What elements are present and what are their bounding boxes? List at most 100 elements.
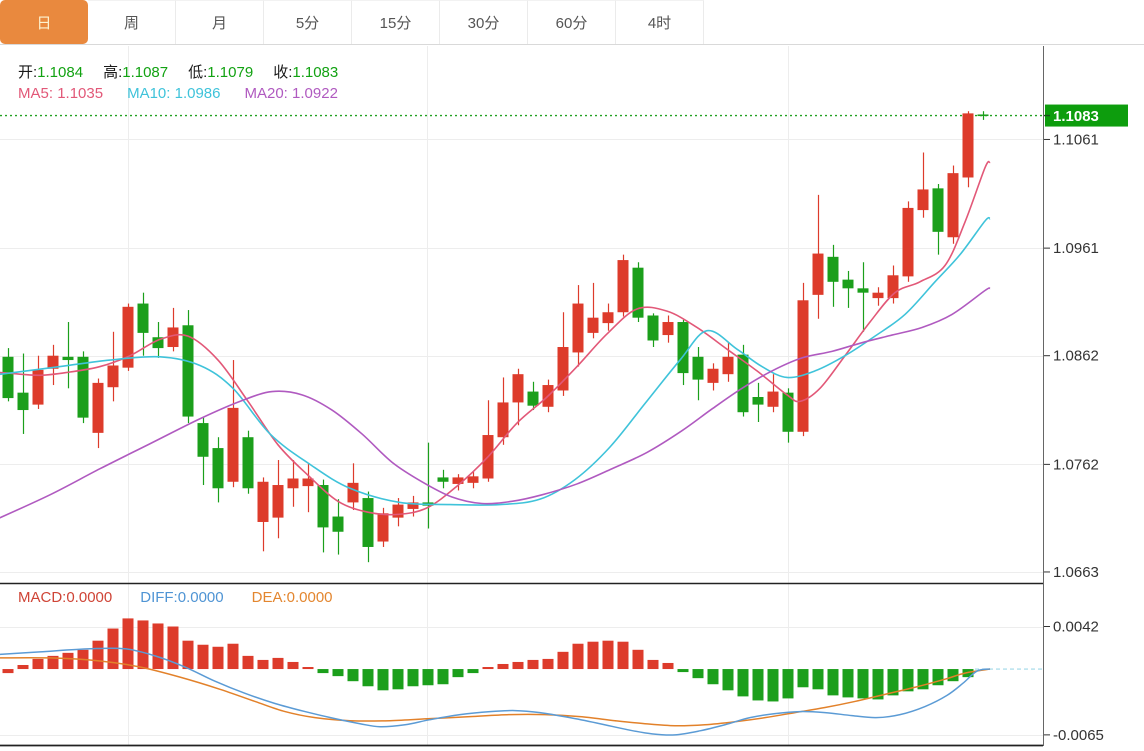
- tab-30min-label: 30分: [468, 12, 500, 33]
- tab-week[interactable]: 周: [88, 0, 176, 44]
- macd-histogram-bar: [663, 663, 674, 669]
- candle: [273, 485, 284, 518]
- macd-histogram-bar: [708, 669, 719, 684]
- macd-histogram-bar: [588, 642, 599, 669]
- candle: [978, 114, 989, 116]
- high-value: 1.1087: [122, 64, 168, 81]
- candle: [648, 316, 659, 341]
- candle: [573, 304, 584, 353]
- axis-label: 0.0042: [1053, 619, 1099, 636]
- open-value: 1.1084: [37, 64, 83, 81]
- candles-layer: [0, 111, 989, 562]
- candle: [933, 188, 944, 231]
- tab-30min[interactable]: 30分: [440, 0, 528, 44]
- macd-histogram-bar: [213, 647, 224, 669]
- tab-month[interactable]: 月: [176, 0, 264, 44]
- price-axis: 1.10611.09611.08621.07621.06630.0042-0.0…: [1044, 131, 1104, 743]
- candle: [258, 482, 269, 522]
- macd-histogram-bar: [63, 653, 74, 669]
- candle: [813, 254, 824, 295]
- macd-layer: [0, 618, 1043, 735]
- macd-histogram-bar: [648, 660, 659, 669]
- axis-label: 1.0663: [1053, 564, 1099, 581]
- candle: [288, 479, 299, 489]
- candle: [198, 423, 209, 457]
- candle: [3, 357, 14, 398]
- dea-value: 0.0000: [287, 589, 333, 606]
- candle: [93, 383, 104, 433]
- axis-label: 1.1061: [1053, 131, 1099, 148]
- axis-label: 1.0762: [1053, 456, 1099, 473]
- candle: [948, 173, 959, 237]
- candle: [858, 288, 869, 292]
- candle: [468, 476, 479, 483]
- candle: [498, 402, 509, 437]
- tab-60min[interactable]: 60分: [528, 0, 616, 44]
- macd-histogram-bar: [423, 669, 434, 685]
- macd-histogram-bar: [408, 669, 419, 686]
- tab-5min-label: 5分: [296, 12, 319, 33]
- ma20-label: MA20:: [245, 85, 288, 102]
- macd-histogram-bar: [618, 642, 629, 669]
- macd-histogram-bar: [258, 660, 269, 669]
- tab-day[interactable]: 日: [0, 0, 88, 44]
- macd-histogram-bar: [528, 660, 539, 669]
- candle: [873, 293, 884, 298]
- candle: [918, 189, 929, 210]
- tab-15min[interactable]: 15分: [352, 0, 440, 44]
- macd-histogram-bar: [468, 669, 479, 673]
- candle: [318, 485, 329, 527]
- macd-histogram-bar: [858, 669, 869, 698]
- macd-histogram-bar: [3, 669, 14, 673]
- macd-histogram-bar: [303, 667, 314, 669]
- macd-histogram-bar: [93, 641, 104, 669]
- ma-lines-layer: [0, 162, 990, 521]
- close-label: 收:: [273, 64, 292, 81]
- candle: [663, 322, 674, 335]
- price-chart-canvas[interactable]: 1.10611.09611.08621.07621.06630.0042-0.0…: [0, 0, 1144, 751]
- macd-histogram-bar: [378, 669, 389, 690]
- candle: [213, 448, 224, 488]
- macd-histogram-bar: [798, 669, 809, 687]
- ma20-value: 1.0922: [292, 85, 338, 102]
- macd-histogram-bar: [753, 669, 764, 700]
- tab-week-label: 周: [124, 12, 139, 33]
- candle: [678, 322, 689, 373]
- macd-histogram-bar: [18, 665, 29, 669]
- ma10-value: 1.0986: [175, 85, 221, 102]
- tab-5min[interactable]: 5分: [264, 0, 352, 44]
- candle: [768, 392, 779, 407]
- tab-4hour[interactable]: 4时: [616, 0, 704, 44]
- macd-histogram-bar: [453, 669, 464, 677]
- macd-histogram-bar: [813, 669, 824, 689]
- macd-value: 0.0000: [66, 589, 112, 606]
- axis-label: 1.0961: [1053, 240, 1099, 257]
- tab-4hour-label: 4时: [648, 12, 671, 33]
- macd-histogram-bar: [318, 669, 329, 673]
- macd-histogram-bar: [198, 645, 209, 669]
- tab-month-label: 月: [212, 12, 227, 33]
- ohlc-info: 开:1.1084 高:1.1087 低:1.1079 收:1.1083: [18, 61, 338, 82]
- candle: [138, 304, 149, 333]
- candle: [333, 517, 344, 532]
- diff-label: DIFF:: [140, 589, 178, 606]
- macd-histogram-bar: [363, 669, 374, 686]
- candle: [903, 208, 914, 276]
- candle: [183, 325, 194, 416]
- candle: [348, 483, 359, 503]
- trading-chart-page: 1.10611.09611.08621.07621.06630.0042-0.0…: [0, 0, 1144, 751]
- macd-histogram-bar: [228, 644, 239, 669]
- macd-histogram-bar: [633, 650, 644, 669]
- macd-histogram-bar: [183, 641, 194, 669]
- tab-15min-label: 15分: [380, 12, 412, 33]
- candle: [828, 257, 839, 282]
- macd-histogram-bar: [138, 620, 149, 669]
- macd-histogram-bar: [33, 659, 44, 669]
- candle: [798, 300, 809, 431]
- tab-60min-label: 60分: [556, 12, 588, 33]
- macd-histogram-bar: [678, 669, 689, 672]
- macd-histogram-bar: [273, 658, 284, 669]
- candle: [708, 369, 719, 383]
- current-price-tag: 1.1083: [1044, 105, 1128, 127]
- low-label: 低:: [188, 64, 207, 81]
